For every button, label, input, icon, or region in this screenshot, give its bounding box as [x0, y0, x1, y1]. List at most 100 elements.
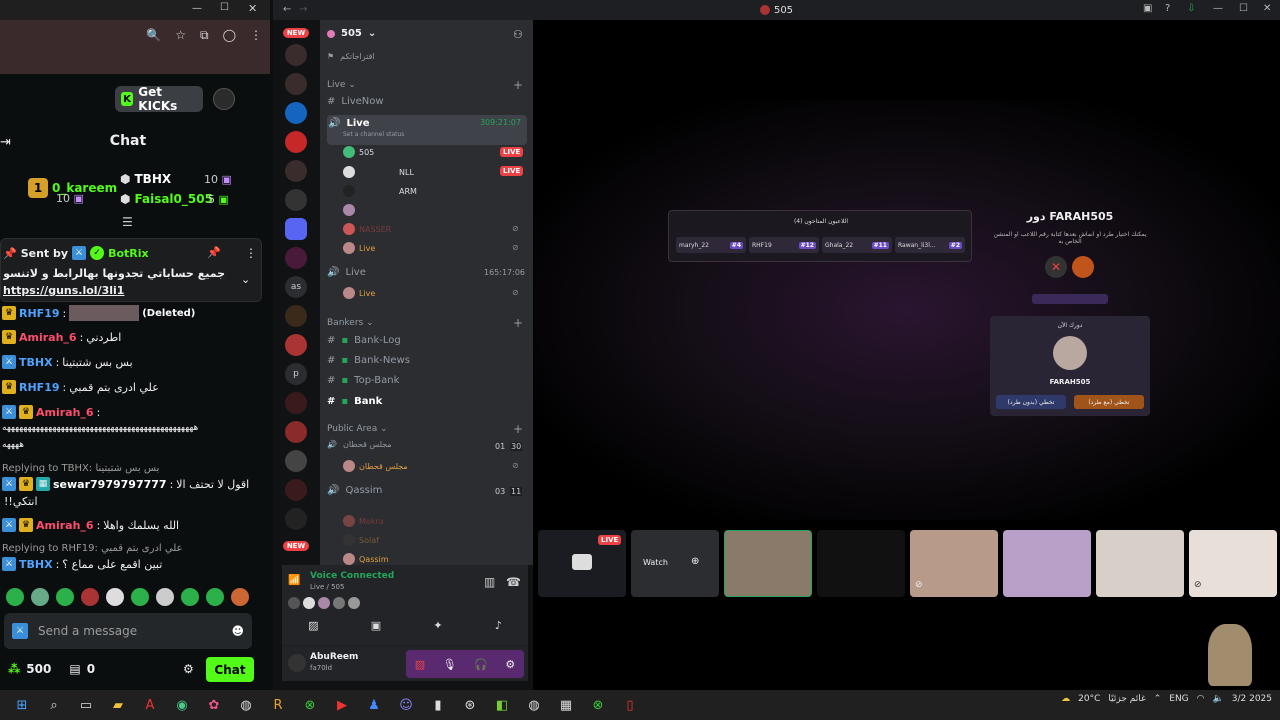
app-icon[interactable]: A [139, 694, 161, 716]
popout-icon[interactable]: ⊕ [691, 556, 699, 567]
steam-icon[interactable]: ◍ [523, 694, 545, 716]
server-icon-selected[interactable] [285, 334, 307, 356]
channel-bank-news[interactable]: # ▪ Bank-News [327, 355, 410, 366]
emote-icon[interactable] [181, 588, 199, 606]
server-icon[interactable] [285, 247, 307, 269]
server-icon[interactable] [285, 189, 307, 211]
server-icon[interactable]: p [285, 363, 307, 385]
minimize-icon[interactable]: — [192, 3, 202, 14]
weather-temp[interactable]: 20°C [1078, 694, 1100, 704]
emoji-icon[interactable]: ☻ [231, 624, 244, 638]
voice-channel-live-selected[interactable]: 🔊 Live 309:21:07 [327, 115, 527, 145]
voice-channel-live[interactable]: 🔊 Live [327, 267, 366, 278]
app-icon[interactable]: ♟ [363, 694, 385, 716]
expand-leaderboard-icon[interactable]: ☰ [122, 215, 133, 229]
voice-user[interactable]: مجلس قحطان [343, 460, 408, 472]
add-channel-icon[interactable]: + [513, 78, 523, 92]
emote-icon[interactable] [106, 588, 124, 606]
leaderboard-user[interactable]: TBHX [134, 172, 171, 186]
steam-icon[interactable]: ◍ [235, 694, 257, 716]
volume-icon[interactable]: 🔈 [1213, 694, 1224, 704]
server-icon[interactable]: as [285, 276, 307, 298]
voice-user[interactable]: Live [343, 287, 375, 299]
category-public-area[interactable]: Public Area ⌄ [327, 424, 388, 434]
server-icon[interactable] [285, 450, 307, 472]
fireball-icon[interactable] [1072, 256, 1094, 278]
file-explorer-icon[interactable]: ▰ [107, 694, 129, 716]
bookmark-star-icon[interactable]: ☆ [175, 28, 186, 42]
server-icon[interactable] [285, 160, 307, 182]
chevron-down-icon[interactable]: ⌄ [241, 273, 250, 286]
zoom-icon[interactable]: 🔍 [146, 28, 161, 42]
weather-text[interactable]: غائم جزئيًا [1108, 694, 1145, 704]
settings-gear-icon[interactable]: ⚙ [505, 658, 515, 671]
skip-with-kick-button[interactable]: تخطي (مع طرد) [1074, 395, 1144, 409]
message-user[interactable]: TBHX [19, 558, 53, 571]
player-chip[interactable]: Rawan_li3l... #2 [895, 237, 965, 253]
voice-user[interactable]: Live [343, 242, 375, 254]
watch-tile[interactable]: Watch ⊕ [631, 530, 719, 597]
emote-icon[interactable] [206, 588, 224, 606]
forward-arrow-icon[interactable]: → [299, 4, 307, 15]
extensions-icon[interactable]: ⧉ [200, 28, 209, 43]
get-kicks-button[interactable]: K Get KICKs [115, 85, 203, 113]
participant-tile[interactable] [1003, 530, 1091, 597]
xbox-icon[interactable]: ⊗ [587, 694, 609, 716]
activity-icon[interactable] [348, 597, 360, 609]
activity-icon[interactable] [288, 597, 300, 609]
unpin-icon[interactable]: 📌 [207, 246, 221, 259]
player-chip[interactable]: maryh_22 #4 [676, 237, 746, 253]
message-user[interactable]: Amirah_6 [36, 406, 94, 419]
voice-user[interactable]: NLL [343, 166, 414, 178]
channel-bank[interactable]: # ▪ Bank [327, 396, 382, 407]
disconnect-icon[interactable]: ☎ [506, 575, 521, 589]
emote-icon[interactable] [156, 588, 174, 606]
microphone-icon[interactable]: 🎙 [443, 658, 457, 671]
xbox-icon[interactable]: ⊗ [299, 694, 321, 716]
category-live[interactable]: Live ⌄ [327, 80, 356, 90]
app-icon[interactable]: ⊛ [459, 694, 481, 716]
emote-icon[interactable] [131, 588, 149, 606]
close-icon[interactable]: ✕ [1263, 3, 1271, 14]
emote-icon[interactable] [31, 588, 49, 606]
voice-user[interactable]: 505 [343, 146, 374, 158]
wifi-icon[interactable]: ◠ [1197, 694, 1205, 704]
server-icon[interactable] [285, 44, 307, 66]
app-icon[interactable]: ✿ [203, 694, 225, 716]
terminal-icon[interactable]: ▮ [427, 694, 449, 716]
voice-channel-qassim[interactable]: 🔊 Qassim [327, 485, 382, 496]
user-avatar[interactable] [288, 654, 306, 672]
app-icon[interactable]: ▯ [619, 694, 641, 716]
server-icon[interactable] [285, 102, 307, 124]
reply-context[interactable]: Replying to TBHX: بس بس شتبتينا [2, 463, 159, 474]
voice-user[interactable] [343, 204, 355, 216]
channel-bank-log[interactable]: # ▪ Bank-Log [327, 335, 401, 346]
voice-user[interactable]: Qassim [343, 553, 389, 565]
channel-suggestions[interactable]: ⚑ اقتراحاتكم [327, 52, 375, 61]
participant-tile[interactable]: ⊘ [1189, 530, 1277, 597]
pinned-link[interactable]: https://guns.lol/3li1 [3, 284, 124, 297]
message-user[interactable]: RHF19 [19, 307, 60, 320]
server-icon[interactable] [285, 392, 307, 414]
voice-user[interactable]: NASSER [343, 223, 391, 235]
noise-suppression-icon[interactable]: ▥ [484, 575, 495, 589]
chat-send-button[interactable]: Chat [206, 657, 254, 682]
user-avatar[interactable] [213, 88, 235, 110]
pinned-menu-icon[interactable]: ⋮ [245, 246, 257, 260]
maximize-icon[interactable]: ☐ [220, 2, 229, 13]
pinned-author[interactable]: BotRix [108, 247, 149, 260]
close-icon[interactable]: ✕ [248, 2, 257, 15]
server-header[interactable]: 505 ⌄ [327, 28, 376, 39]
category-bankers[interactable]: Bankers ⌄ [327, 318, 374, 328]
emote-icon[interactable] [6, 588, 24, 606]
activity-icon[interactable] [318, 597, 330, 609]
settings-gear-icon[interactable]: ⚙ [183, 662, 194, 676]
more-menu-icon[interactable]: ⋮ [250, 28, 262, 42]
tray-chevron-icon[interactable]: ⌃ [1154, 694, 1162, 704]
voice-status[interactable]: Voice Connected [310, 571, 394, 581]
maximize-icon[interactable]: ☐ [1239, 3, 1248, 14]
reply-context[interactable]: Replying to RHF19: علي ادرى بتم قمبي [2, 543, 182, 554]
message-user[interactable]: RHF19 [19, 381, 60, 394]
soundboard-icon[interactable]: ♪ [495, 619, 502, 632]
send-message-input[interactable]: ⚔ Send a message ☻ [4, 613, 252, 649]
